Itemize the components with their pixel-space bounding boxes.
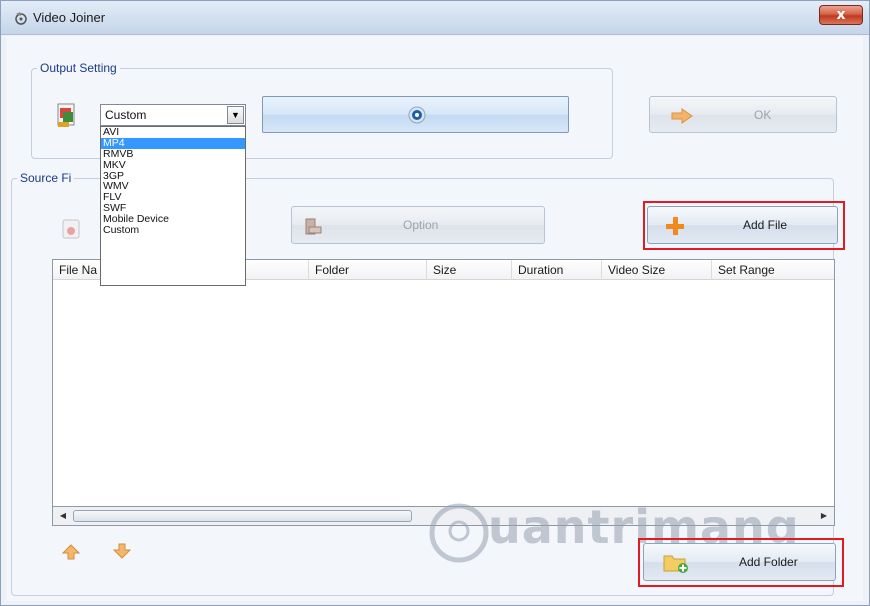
remove-file-button[interactable]	[52, 210, 92, 246]
option-button[interactable]: Option	[291, 206, 545, 244]
option-button-label: Option	[403, 218, 439, 232]
move-up-icon[interactable]	[62, 544, 80, 560]
video-joiner-window: Video Joiner x Output Setting Custom ▼ A…	[0, 0, 870, 606]
format-option-custom[interactable]: Custom	[101, 225, 245, 236]
output-format-icon	[57, 103, 75, 127]
chevron-down-icon[interactable]: ▼	[227, 106, 244, 124]
arrow-right-icon	[671, 108, 693, 124]
title-bar[interactable]: Video Joiner x	[1, 1, 869, 35]
source-files-legend: Source Fi	[20, 171, 72, 185]
format-select-value: Custom	[105, 108, 147, 122]
add-file-highlight	[643, 201, 845, 250]
format-dropdown-list[interactable]: AVI MP4 RMVB MKV 3GP WMV FLV SWF Mobile …	[100, 126, 246, 286]
scroll-left-icon[interactable]: ◀	[55, 509, 71, 523]
column-folder[interactable]: Folder	[309, 260, 427, 280]
watermark-logo-icon	[429, 503, 489, 563]
settings-gear-icon	[408, 106, 426, 124]
close-button[interactable]: x	[819, 5, 863, 25]
column-size[interactable]: Size	[427, 260, 512, 280]
option-icon	[305, 218, 322, 235]
output-setting-legend: Output Setting	[40, 61, 117, 75]
add-folder-highlight	[638, 538, 844, 587]
column-duration[interactable]: Duration	[512, 260, 602, 280]
move-down-icon[interactable]	[113, 543, 131, 559]
window-title: Video Joiner	[33, 10, 106, 25]
format-option-wmv[interactable]: WMV	[101, 181, 245, 192]
app-icon	[15, 12, 27, 25]
source-file-list[interactable]: File Na Folder Size Duration Video Size …	[52, 259, 835, 526]
ok-button[interactable]: OK	[649, 96, 837, 133]
format-option-mkv[interactable]: MKV	[101, 159, 245, 171]
scrollbar-thumb[interactable]	[73, 510, 412, 522]
output-settings-bar[interactable]	[262, 96, 569, 133]
column-video-size[interactable]: Video Size	[602, 260, 712, 280]
client-area: Output Setting Custom ▼ AVI MP4 RMVB MKV…	[6, 36, 863, 601]
remove-file-icon	[62, 219, 80, 239]
ok-button-label: OK	[754, 107, 772, 122]
format-select[interactable]: Custom ▼	[100, 104, 246, 126]
column-set-range[interactable]: Set Range	[712, 260, 834, 280]
close-icon: x	[836, 7, 846, 23]
